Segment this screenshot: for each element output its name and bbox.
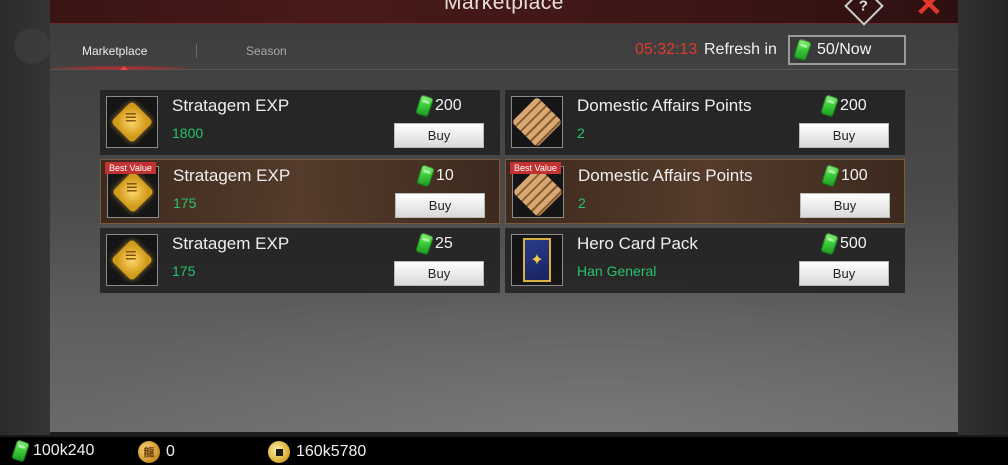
buy-button[interactable]: Buy bbox=[394, 261, 484, 286]
item-price: 200 bbox=[840, 97, 867, 114]
item-icon-frame bbox=[106, 234, 158, 286]
item-name: Stratagem EXP bbox=[172, 234, 290, 253]
item-price: 200 bbox=[435, 97, 462, 114]
refresh-timer: 05:32:13 bbox=[635, 41, 698, 58]
tab-divider bbox=[196, 44, 197, 58]
item-icon-frame bbox=[106, 96, 158, 148]
jade-icon bbox=[821, 164, 840, 188]
stratagem-fist-icon bbox=[111, 170, 155, 214]
item-name: Stratagem EXP bbox=[172, 96, 290, 115]
buy-button[interactable]: Buy bbox=[799, 261, 889, 286]
buy-button[interactable]: Buy bbox=[799, 123, 889, 148]
tab-marketplace[interactable]: Marketplace bbox=[82, 44, 147, 58]
shop-item-card: Stratagem EXP 175 25 Buy bbox=[100, 228, 500, 293]
close-icon: ✕ bbox=[914, 0, 944, 24]
resource-coin: 龍 0 bbox=[138, 441, 175, 463]
dragon-coin-icon: 龍 bbox=[138, 441, 160, 463]
tab-season[interactable]: Season bbox=[246, 44, 287, 58]
jade-icon bbox=[415, 94, 434, 118]
gold-coin-icon bbox=[268, 441, 290, 463]
background-left-panel bbox=[0, 0, 50, 435]
stratagem-fist-icon bbox=[110, 100, 154, 144]
refresh-now-button[interactable]: 50/Now bbox=[788, 35, 906, 65]
resource-jade: 100k240 bbox=[11, 439, 95, 463]
resource-bar: 100k240 龍 0 160k5780 bbox=[0, 437, 1008, 465]
item-name: Domestic Affairs Points bbox=[578, 166, 753, 185]
active-tab-arrow-icon bbox=[120, 66, 128, 70]
item-price: 100 bbox=[841, 167, 868, 184]
best-value-badge: Best Value bbox=[105, 162, 156, 174]
item-price: 25 bbox=[435, 235, 453, 252]
buy-button[interactable]: Buy bbox=[394, 123, 484, 148]
dialog-title: Marketplace bbox=[444, 0, 564, 14]
background-right-panel bbox=[958, 0, 1008, 435]
jade-amount: 100k240 bbox=[33, 442, 95, 459]
shop-item-card: Best Value Stratagem EXP 175 10 Buy bbox=[100, 159, 500, 224]
bamboo-scroll-icon bbox=[511, 96, 563, 148]
shop-item-card: Stratagem EXP 1800 200 Buy bbox=[100, 90, 500, 155]
item-quantity: 175 bbox=[173, 195, 197, 211]
item-icon-frame bbox=[511, 96, 563, 148]
jade-icon bbox=[793, 38, 812, 62]
coin-amount: 0 bbox=[166, 443, 175, 460]
item-name: Stratagem EXP bbox=[173, 166, 291, 185]
jade-icon bbox=[11, 439, 30, 463]
resource-gold: 160k5780 bbox=[268, 441, 366, 463]
item-quantity: 175 bbox=[172, 263, 196, 279]
item-quantity: 2 bbox=[577, 125, 585, 141]
shop-item-card: ✦ Hero Card Pack Han General 500 Buy bbox=[505, 228, 905, 293]
close-button[interactable]: ✕ bbox=[912, 0, 946, 22]
shop-item-card: Domestic Affairs Points 2 200 Buy bbox=[505, 90, 905, 155]
item-name: Domestic Affairs Points bbox=[577, 96, 752, 115]
refresh-cost: 50/Now bbox=[817, 41, 872, 58]
item-name: Hero Card Pack bbox=[577, 234, 698, 253]
best-value-badge: Best Value bbox=[510, 162, 561, 174]
buy-button[interactable]: Buy bbox=[800, 193, 890, 218]
gold-amount: 160k5780 bbox=[296, 443, 367, 460]
jade-icon bbox=[416, 164, 435, 188]
question-icon: ? bbox=[859, 0, 869, 15]
item-quantity: 1800 bbox=[172, 125, 204, 141]
avatar bbox=[14, 28, 50, 64]
item-price: 500 bbox=[840, 235, 867, 252]
item-icon-frame: ✦ bbox=[511, 234, 563, 286]
stratagem-fist-icon bbox=[110, 238, 154, 282]
shop-item-card: Best Value Domestic Affairs Points 2 100… bbox=[505, 159, 905, 224]
buy-button[interactable]: Buy bbox=[395, 193, 485, 218]
jade-icon bbox=[820, 232, 839, 256]
item-price: 10 bbox=[436, 167, 454, 184]
item-quantity: 2 bbox=[578, 195, 586, 211]
jade-icon bbox=[415, 232, 434, 256]
bamboo-scroll-icon bbox=[512, 166, 564, 218]
marketplace-dialog: Marketplace ? ✕ Marketplace Season 05:32… bbox=[50, 0, 958, 432]
refresh-label: Refresh in bbox=[704, 41, 777, 58]
jade-icon bbox=[820, 94, 839, 118]
item-quantity: Han General bbox=[577, 263, 657, 279]
hero-card-icon: ✦ bbox=[523, 238, 551, 282]
